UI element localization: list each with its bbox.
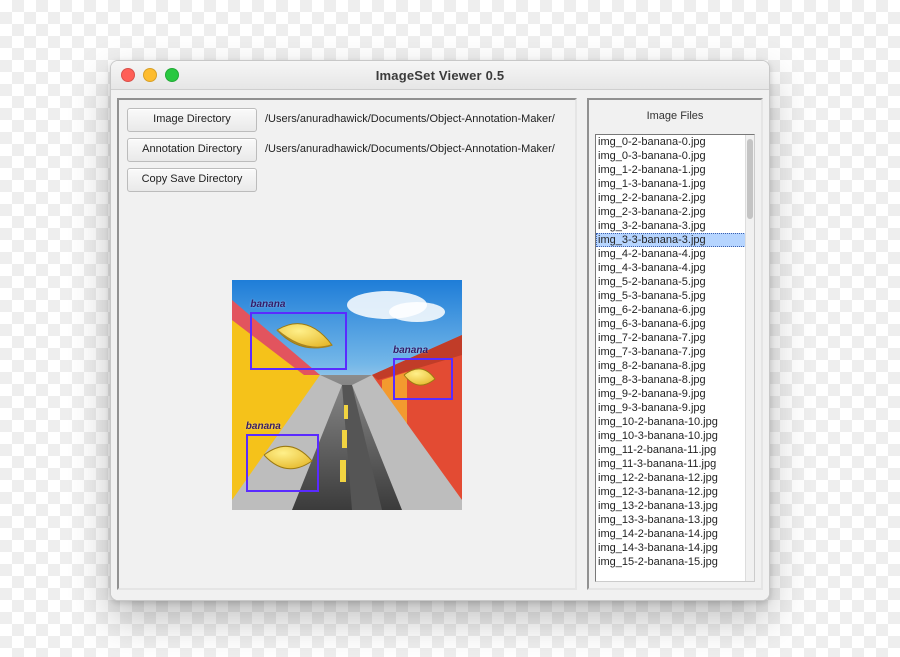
file-list-wrap: img_0-2-banana-0.jpgimg_0-3-banana-0.jpg… <box>595 134 755 582</box>
directory-controls: Image Directory /Users/anuradhawick/Docu… <box>123 104 571 196</box>
app-window: ImageSet Viewer 0.5 Image Directory /Use… <box>110 60 770 601</box>
file-list-scroll-thumb[interactable] <box>747 139 753 219</box>
file-list-pane: Image Files img_0-2-banana-0.jpgimg_0-3-… <box>587 98 763 590</box>
file-list-item[interactable]: img_7-2-banana-7.jpg <box>596 331 754 345</box>
file-list-item[interactable]: img_5-3-banana-5.jpg <box>596 289 754 303</box>
file-list-item[interactable]: img_12-2-banana-12.jpg <box>596 471 754 485</box>
bbox-annotation: banana <box>246 434 320 492</box>
file-list-item[interactable]: img_10-2-banana-10.jpg <box>596 415 754 429</box>
file-list-item[interactable]: img_13-2-banana-13.jpg <box>596 499 754 513</box>
file-list-item[interactable]: img_11-2-banana-11.jpg <box>596 443 754 457</box>
file-list-scrollbar[interactable] <box>745 135 754 581</box>
copy-save-directory-path <box>263 168 567 190</box>
file-list-item[interactable]: img_8-3-banana-8.jpg <box>596 373 754 387</box>
file-list-item[interactable]: img_0-2-banana-0.jpg <box>596 135 754 149</box>
annotation-directory-path: /Users/anuradhawick/Documents/Object-Ann… <box>263 138 567 160</box>
preview-image: banana banana banana <box>232 280 462 510</box>
file-list-header: Image Files <box>591 100 759 132</box>
file-list-item[interactable]: img_1-3-banana-1.jpg <box>596 177 754 191</box>
annotation-directory-button[interactable]: Annotation Directory <box>127 138 257 162</box>
window-close-button[interactable] <box>121 68 135 82</box>
copy-save-directory-button[interactable]: Copy Save Directory <box>127 168 257 192</box>
bbox-annotation: banana <box>250 312 347 370</box>
window-zoom-button[interactable] <box>165 68 179 82</box>
bbox-annotation: banana <box>393 358 453 399</box>
bbox-label: banana <box>250 299 285 310</box>
bbox-label: banana <box>246 421 281 432</box>
file-list-item[interactable]: img_11-3-banana-11.jpg <box>596 457 754 471</box>
image-directory-path: /Users/anuradhawick/Documents/Object-Ann… <box>263 108 567 130</box>
titlebar: ImageSet Viewer 0.5 <box>111 61 769 90</box>
file-list-item[interactable]: img_7-3-banana-7.jpg <box>596 345 754 359</box>
file-list-item[interactable]: img_15-2-banana-15.jpg <box>596 555 754 569</box>
file-list-item[interactable]: img_6-3-banana-6.jpg <box>596 317 754 331</box>
file-list-item[interactable]: img_14-2-banana-14.jpg <box>596 527 754 541</box>
file-list-item[interactable]: img_10-3-banana-10.jpg <box>596 429 754 443</box>
file-list-item[interactable]: img_9-2-banana-9.jpg <box>596 387 754 401</box>
file-list-item[interactable]: img_6-2-banana-6.jpg <box>596 303 754 317</box>
bbox-label: banana <box>393 345 428 356</box>
file-list-item[interactable]: img_4-3-banana-4.jpg <box>596 261 754 275</box>
file-list-item[interactable]: img_12-3-banana-12.jpg <box>596 485 754 499</box>
file-list-item[interactable]: img_14-3-banana-14.jpg <box>596 541 754 555</box>
file-list-item[interactable]: img_1-2-banana-1.jpg <box>596 163 754 177</box>
window-title: ImageSet Viewer 0.5 <box>111 68 769 83</box>
file-list-item[interactable]: img_5-2-banana-5.jpg <box>596 275 754 289</box>
file-list-item[interactable]: img_2-2-banana-2.jpg <box>596 191 754 205</box>
file-list-item[interactable]: img_13-3-banana-13.jpg <box>596 513 754 527</box>
main-pane: Image Directory /Users/anuradhawick/Docu… <box>117 98 577 590</box>
file-list-item[interactable]: img_0-3-banana-0.jpg <box>596 149 754 163</box>
file-list-item[interactable]: img_4-2-banana-4.jpg <box>596 247 754 261</box>
image-directory-button[interactable]: Image Directory <box>127 108 257 132</box>
file-list-item[interactable]: img_3-2-banana-3.jpg <box>596 219 754 233</box>
file-list-item[interactable]: img_8-2-banana-8.jpg <box>596 359 754 373</box>
file-list[interactable]: img_0-2-banana-0.jpgimg_0-3-banana-0.jpg… <box>596 135 754 581</box>
window-minimize-button[interactable] <box>143 68 157 82</box>
file-list-item[interactable]: img_9-3-banana-9.jpg <box>596 401 754 415</box>
file-list-item[interactable]: img_3-3-banana-3.jpg <box>596 233 754 247</box>
file-list-item[interactable]: img_2-3-banana-2.jpg <box>596 205 754 219</box>
image-canvas: banana banana banana <box>123 202 571 584</box>
